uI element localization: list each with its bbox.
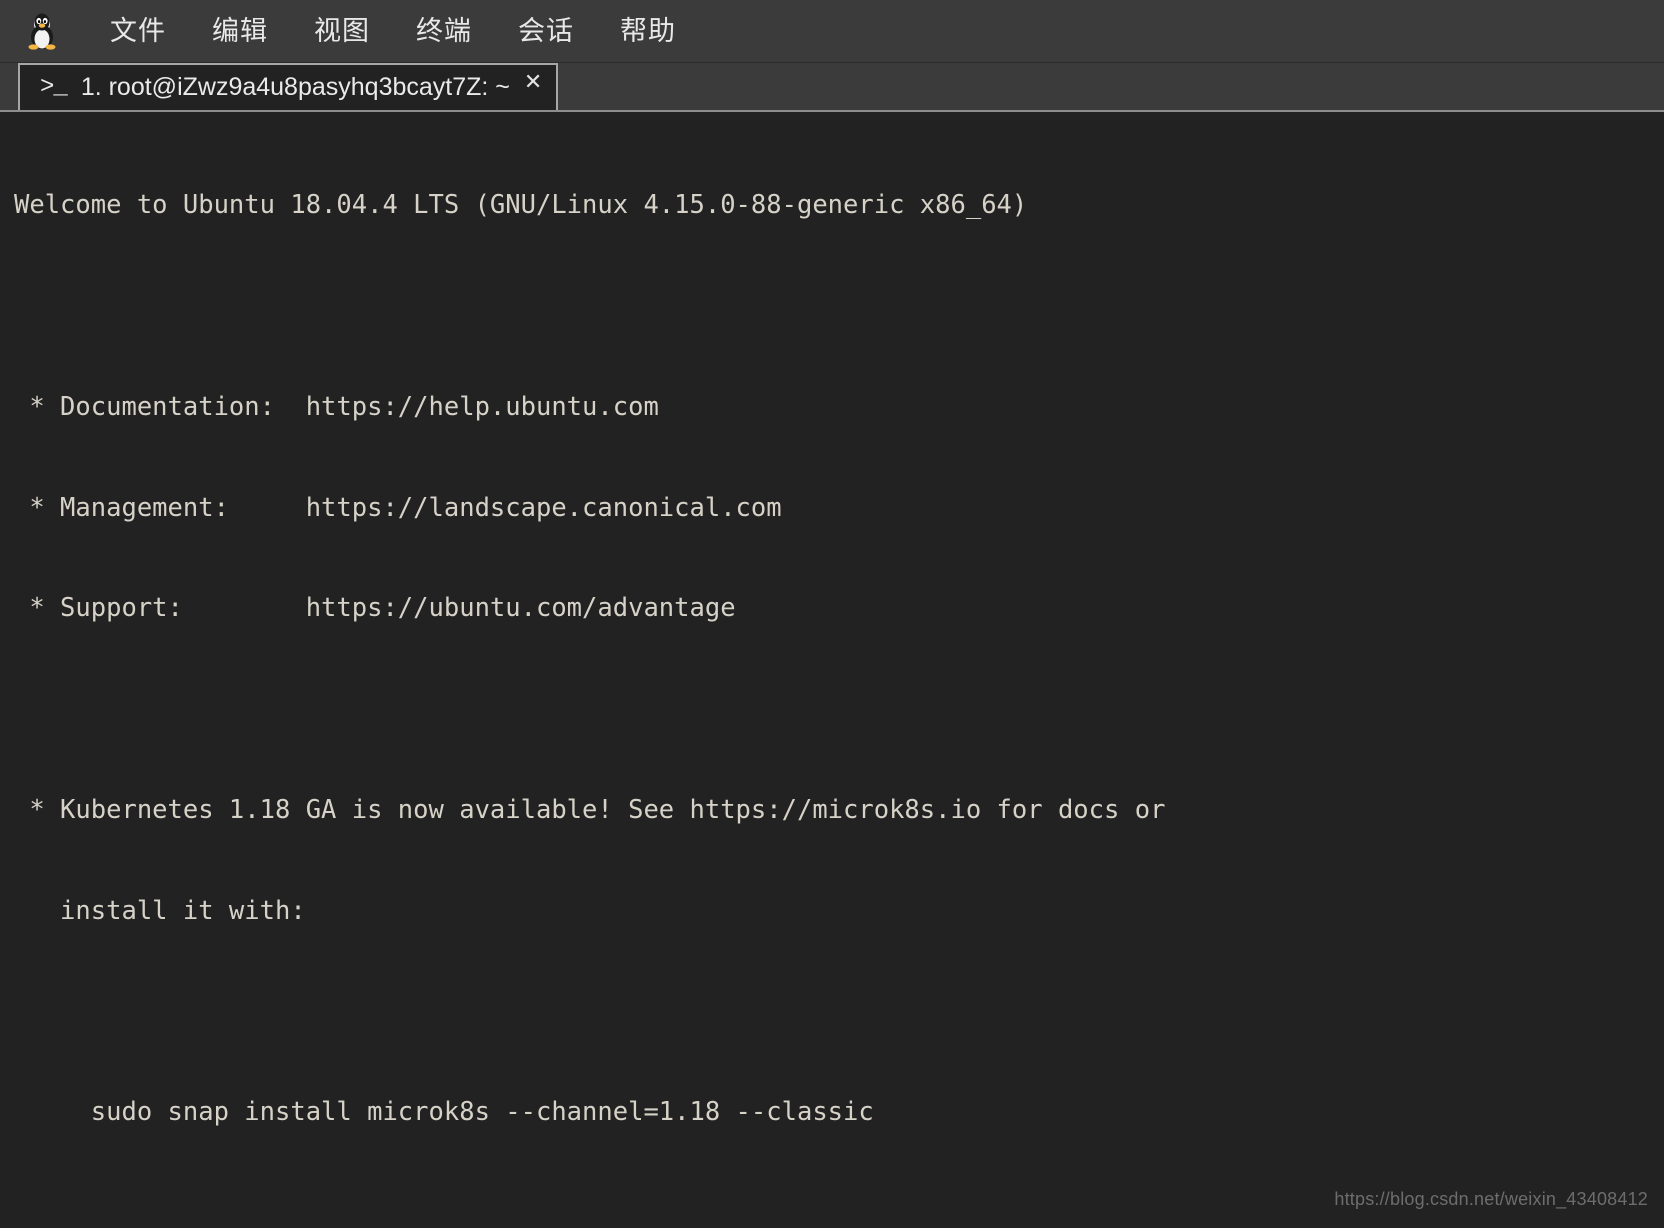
tab-label: 1. root@iZwz9a4u8pasyhq3bcayt7Z: ~	[80, 73, 510, 101]
terminal-line: Welcome to Ubuntu 18.04.4 LTS (GNU/Linux…	[14, 190, 1028, 221]
menu-item-edit[interactable]: 编辑	[200, 12, 280, 51]
menu-item-view[interactable]: 视图	[302, 12, 382, 51]
menu-item-session[interactable]: 会话	[506, 12, 586, 51]
tab-strip: >_ 1. root@iZwz9a4u8pasyhq3bcayt7Z: ~ ✕	[0, 63, 1664, 110]
watermark-text: https://blog.csdn.net/weixin_43408412	[1334, 1189, 1648, 1209]
terminal-line: * Documentation: https://help.ubuntu.com	[14, 391, 659, 422]
terminal-line: install it with:	[14, 895, 306, 926]
terminal-output-area[interactable]: Welcome to Ubuntu 18.04.4 LTS (GNU/Linux…	[0, 110, 1664, 1228]
menu-item-terminal[interactable]: 终端	[404, 12, 484, 51]
prompt-icon: >_	[40, 74, 68, 101]
close-icon[interactable]: ✕	[524, 71, 542, 93]
terminal-line: * Support: https://ubuntu.com/advantage	[14, 593, 736, 624]
terminal-line: sudo snap install microk8s --channel=1.1…	[14, 1097, 874, 1128]
terminal-tab-active[interactable]: >_ 1. root@iZwz9a4u8pasyhq3bcayt7Z: ~ ✕	[18, 63, 559, 110]
terminal-window: 文件 编辑 视图 终端 会话 帮助 >_ 1. root@iZwz9a4u8pa…	[0, 0, 1664, 1228]
tux-penguin-icon	[14, 8, 70, 54]
menu-item-file[interactable]: 文件	[98, 12, 178, 51]
menu-item-help[interactable]: 帮助	[608, 12, 688, 51]
menu-bar: 文件 编辑 视图 终端 会话 帮助	[0, 0, 1664, 63]
terminal-line: * Management: https://landscape.canonica…	[14, 492, 782, 523]
terminal-line: * Kubernetes 1.18 GA is now available! S…	[14, 794, 1166, 825]
terminal-text: Welcome to Ubuntu 18.04.4 LTS (GNU/Linux…	[14, 122, 1664, 1228]
